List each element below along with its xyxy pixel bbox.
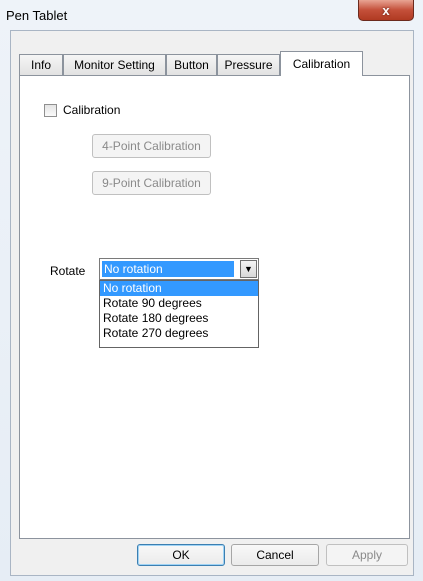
nine-point-calibration-button[interactable]: 9-Point Calibration [92,171,211,195]
button-label: OK [172,548,190,562]
button-label: Cancel [256,548,294,562]
button-label: 4-Point Calibration [102,139,201,153]
close-icon: x [382,2,390,18]
button-label: Apply [351,548,383,562]
apply-button[interactable]: Apply [326,544,408,566]
ok-button[interactable]: OK [137,544,225,566]
close-button[interactable]: x [358,0,414,21]
rotate-option-180[interactable]: Rotate 180 degrees [100,311,258,326]
rotate-option-270[interactable]: Rotate 270 degrees [100,326,258,341]
tab-label: Info [30,58,51,72]
four-point-calibration-button[interactable]: 4-Point Calibration [92,134,211,158]
tab-label: Calibration [292,57,351,71]
tab-info[interactable]: Info [19,54,63,75]
calibration-panel: Calibration 4-Point Calibration 9-Point … [19,75,410,539]
tab-label: Monitor Setting [74,58,155,72]
tab-pressure[interactable]: Pressure [217,54,280,75]
window-title: Pen Tablet [6,8,68,23]
tab-strip: Info Monitor Setting Button Pressure Cal… [19,51,409,76]
tab-button[interactable]: Button [166,54,217,75]
tab-calibration[interactable]: Calibration [280,51,363,76]
pen-tablet-window: Pen Tablet x Info Monitor Setting Button… [0,0,423,581]
rotate-option-none[interactable]: No rotation [100,281,258,296]
rotate-label: Rotate [50,264,86,278]
title-bar: Pen Tablet x [0,0,423,30]
calibration-checkbox[interactable] [44,104,57,117]
rotate-dropdown-list: No rotation Rotate 90 degrees Rotate 180… [99,280,259,348]
calibration-checkbox-label[interactable]: Calibration [63,103,120,117]
cancel-button[interactable]: Cancel [231,544,319,566]
dropdown-arrow-button[interactable]: ▼ [240,260,257,278]
button-label: 9-Point Calibration [102,176,201,190]
dialog-client-area: Info Monitor Setting Button Pressure Cal… [10,30,414,576]
tab-label: Pressure [224,58,273,72]
rotate-option-90[interactable]: Rotate 90 degrees [100,296,258,311]
tab-monitor-setting[interactable]: Monitor Setting [63,54,166,75]
rotate-selected-value: No rotation [102,261,234,277]
chevron-down-icon: ▼ [244,264,253,274]
rotate-select[interactable]: No rotation ▼ [99,258,259,280]
tab-label: Button [174,58,209,72]
